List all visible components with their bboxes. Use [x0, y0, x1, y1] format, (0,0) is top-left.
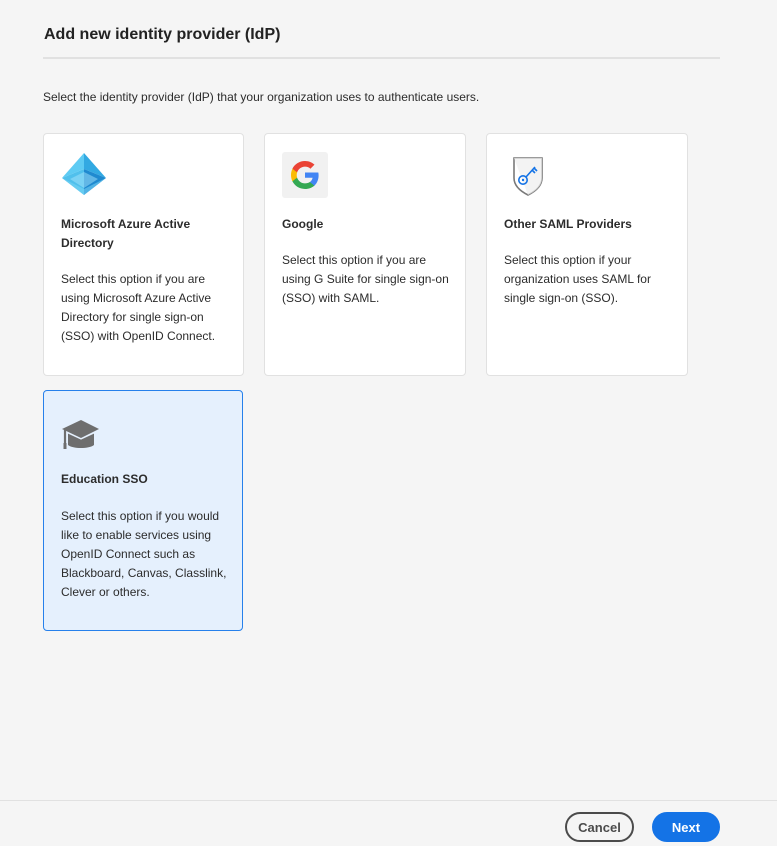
provider-card-other-saml[interactable]: Other SAML Providers Select this option …	[486, 133, 688, 376]
graduation-cap-icon	[61, 409, 107, 455]
azure-pyramid-icon	[61, 152, 107, 198]
provider-card-description: Select this option if you are using G Su…	[282, 253, 449, 305]
provider-card-title: Other SAML Providers	[504, 217, 632, 231]
provider-card-google[interactable]: Google Select this option if you are usi…	[264, 133, 466, 376]
provider-card-description: Select this option if you are using Micr…	[61, 272, 216, 343]
google-g-icon	[282, 152, 328, 198]
provider-card-description: Select this option if you would like to …	[61, 509, 227, 599]
title-divider	[43, 57, 720, 59]
provider-card-title: Google	[282, 217, 324, 231]
provider-card-description: Select this option if your organization …	[504, 253, 651, 305]
provider-card-education-sso[interactable]: Education SSO Select this option if you …	[43, 390, 243, 631]
intro-text: Select the identity provider (IdP) that …	[43, 90, 480, 104]
cancel-button[interactable]: Cancel	[565, 812, 634, 842]
provider-card-azure[interactable]: Microsoft Azure Active Directory Select …	[43, 133, 244, 376]
shield-key-icon	[504, 152, 550, 198]
add-idp-dialog: Add new identity provider (IdP) Select t…	[0, 0, 777, 846]
dialog-title: Add new identity provider (IdP)	[44, 26, 281, 43]
provider-card-title: Microsoft Azure Active Directory	[61, 217, 191, 250]
footer-divider	[0, 800, 777, 801]
provider-card-title: Education SSO	[61, 472, 148, 486]
next-button[interactable]: Next	[652, 812, 720, 842]
